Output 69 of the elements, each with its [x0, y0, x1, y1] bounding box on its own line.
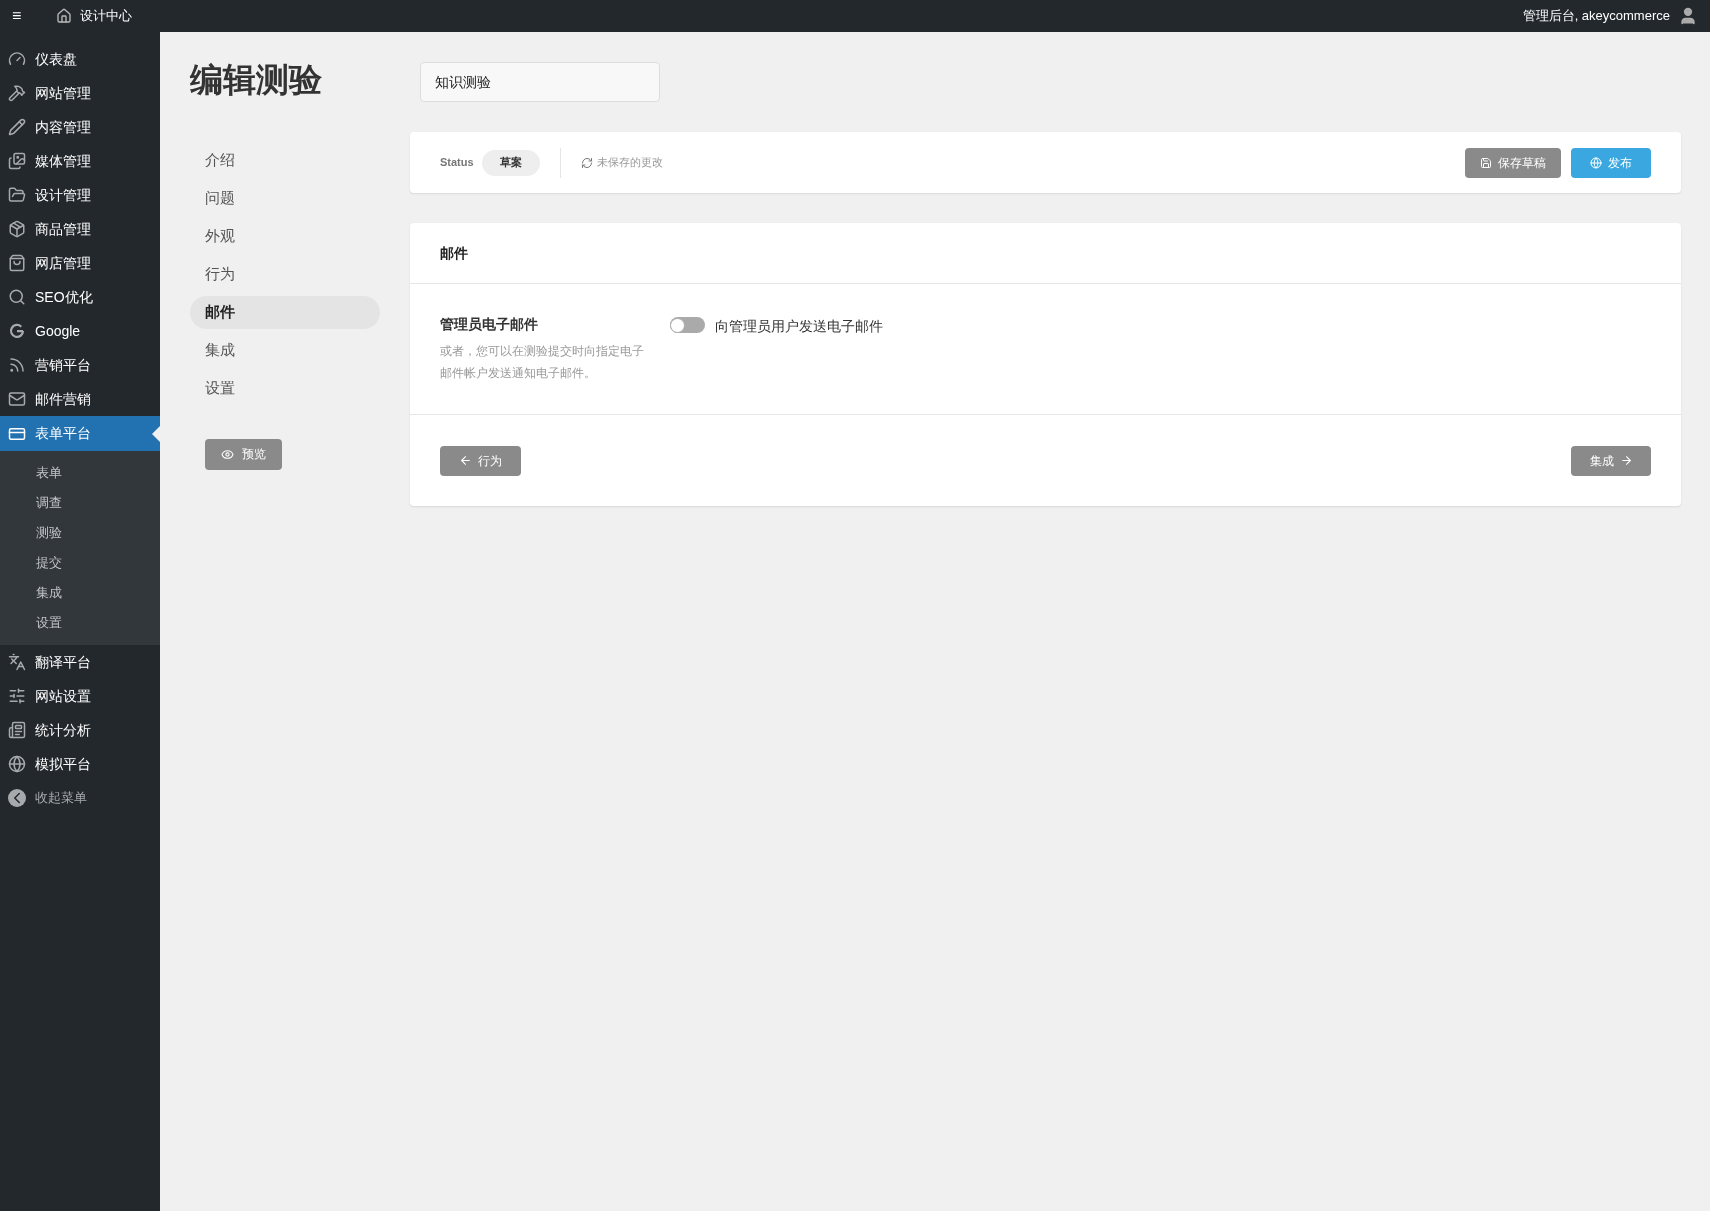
submenu-item[interactable]: 调查: [0, 488, 160, 518]
letter-g-icon: [8, 322, 26, 340]
submenu-item[interactable]: 测验: [0, 518, 160, 548]
collapse-icon: [8, 789, 26, 807]
step-tab[interactable]: 介绍: [190, 143, 380, 177]
status-pill: 草案: [481, 149, 540, 176]
globe-icon: [1590, 156, 1602, 169]
greeting[interactable]: 管理后台, akeycommerce: [1522, 6, 1670, 26]
sidebar-item[interactable]: 设计管理: [0, 178, 160, 212]
step-tab[interactable]: 外观: [190, 219, 380, 253]
sidebar-item[interactable]: 表单平台: [0, 416, 160, 451]
translate-icon: [8, 653, 26, 671]
toggle-switch[interactable]: [670, 317, 705, 333]
search-icon: [8, 288, 26, 306]
collapse-menu[interactable]: 收起菜单: [0, 781, 160, 815]
rss-icon: [8, 356, 26, 374]
sidebar-item[interactable]: 营销平台: [0, 348, 160, 382]
save-icon: [1480, 156, 1492, 169]
hammer-icon: [8, 84, 26, 102]
page-title: 编辑测验: [190, 60, 323, 100]
submenu-item[interactable]: 设置: [0, 608, 160, 638]
sidebar-item[interactable]: 统计分析: [0, 713, 160, 747]
sidebar-item[interactable]: 媒体管理: [0, 144, 160, 178]
unsaved-text: 未保存的更改: [596, 155, 663, 171]
sidebar-item[interactable]: 网站管理: [0, 76, 160, 110]
sidebar-item[interactable]: Google: [0, 314, 160, 348]
sidebar-item[interactable]: 网站设置: [0, 679, 160, 713]
eye-icon: [221, 447, 234, 461]
status-label: Status: [440, 155, 474, 171]
submenu-item[interactable]: 提交: [0, 548, 160, 578]
pointer-icon: [152, 425, 160, 442]
sidebar-item[interactable]: 网店管理: [0, 246, 160, 280]
sidebar-item[interactable]: SEO优化: [0, 280, 160, 314]
globe-icon: [8, 755, 26, 773]
step-tab[interactable]: 行为: [190, 257, 380, 291]
site-name[interactable]: 设计中心: [80, 6, 132, 26]
menu-glyph[interactable]: ≡: [12, 4, 32, 28]
toggle-label: 向管理员用户发送电子邮件: [715, 317, 883, 336]
sidebar-item[interactable]: 翻译平台: [0, 645, 160, 679]
sidebar-item[interactable]: 邮件营销: [0, 382, 160, 416]
sliders-icon: [8, 687, 26, 705]
images-icon: [8, 152, 26, 170]
quiz-title-field[interactable]: 知识测验: [420, 62, 660, 102]
setting-help: 或者，您可以在测验提交时向指定电子邮件帐户发送通知电子邮件。: [440, 343, 645, 382]
submenu-item[interactable]: 表单: [0, 458, 160, 488]
home-icon[interactable]: [56, 8, 72, 24]
bag-icon: [8, 254, 26, 272]
pencil-icon: [8, 118, 26, 136]
refresh-icon: [580, 156, 593, 169]
newspaper-icon: [8, 721, 26, 739]
section-title: 邮件: [440, 243, 468, 263]
arrow-right-icon: [1619, 454, 1633, 467]
step-tab[interactable]: 设置: [190, 371, 380, 405]
sidebar-item[interactable]: 内容管理: [0, 110, 160, 144]
box-icon: [8, 220, 26, 238]
step-tab[interactable]: 集成: [190, 333, 380, 367]
mail-icon: [8, 390, 26, 408]
quiz-title-input[interactable]: 知识测验: [435, 71, 645, 93]
submenu-item[interactable]: 集成: [0, 578, 160, 608]
user-icon[interactable]: [1678, 6, 1698, 26]
sidebar-item[interactable]: 商品管理: [0, 212, 160, 246]
step-tab[interactable]: 邮件: [190, 295, 380, 329]
sidebar-item[interactable]: 模拟平台: [0, 747, 160, 781]
sidebar-item[interactable]: 仪表盘: [0, 42, 160, 76]
step-tab[interactable]: 问题: [190, 181, 380, 215]
folder-icon: [8, 186, 26, 204]
setting-title: 管理员电子邮件: [440, 315, 539, 334]
gauge-icon: [8, 50, 26, 68]
arrow-left-icon: [459, 454, 472, 467]
